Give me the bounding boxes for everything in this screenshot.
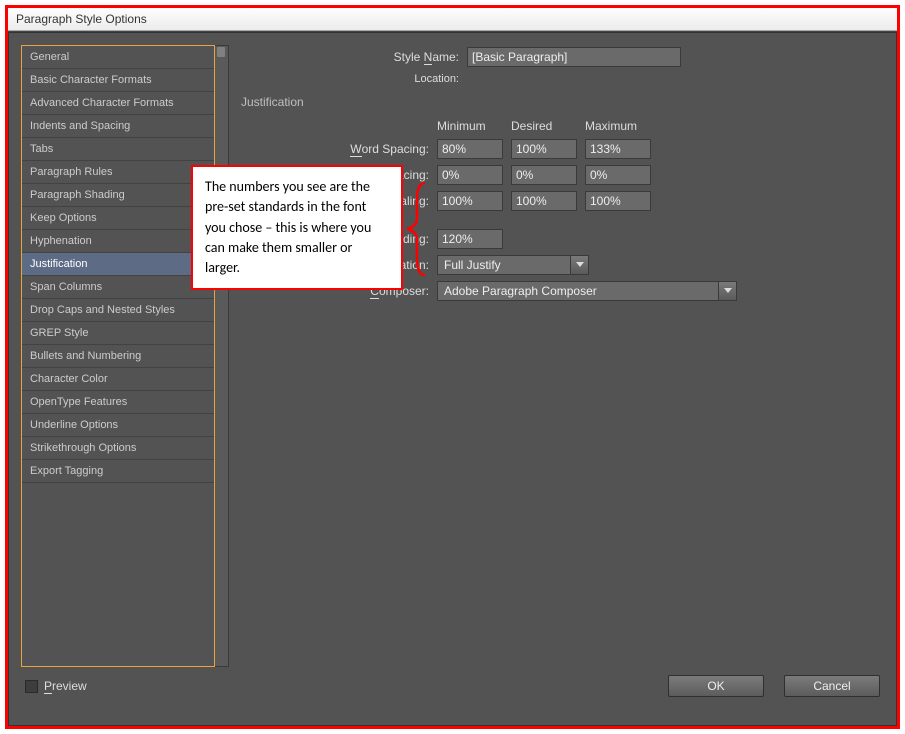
titlebar[interactable]: Paragraph Style Options — [8, 8, 897, 31]
sidebar-item-grep-style[interactable]: GREP Style — [22, 322, 214, 345]
sidebar-item-drop-caps[interactable]: Drop Caps and Nested Styles — [22, 299, 214, 322]
letter-spacing-desired[interactable] — [511, 165, 577, 185]
preview-label: PreviewPreview — [44, 679, 87, 693]
scroll-thumb[interactable] — [217, 47, 225, 57]
chevron-down-icon — [570, 256, 588, 274]
letter-spacing-min[interactable] — [437, 165, 503, 185]
word-spacing-desired[interactable] — [511, 139, 577, 159]
composer-value: Adobe Paragraph Composer — [438, 284, 718, 298]
sidebar-item-paragraph-shading[interactable]: Paragraph Shading — [22, 184, 214, 207]
sidebar-item-bullets-numbering[interactable]: Bullets and Numbering — [22, 345, 214, 368]
single-word-dropdown[interactable]: Full Justify — [437, 255, 589, 275]
chevron-down-icon — [718, 282, 736, 300]
word-spacing-max[interactable] — [585, 139, 651, 159]
glyph-scaling-desired[interactable] — [511, 191, 577, 211]
sidebar-scrollbar[interactable] — [215, 45, 229, 667]
sidebar-item-tabs[interactable]: Tabs — [22, 138, 214, 161]
sidebar-item-justification[interactable]: Justification — [22, 253, 214, 276]
col-min: Minimum — [437, 119, 503, 133]
category-sidebar: General Basic Character Formats Advanced… — [21, 45, 215, 667]
sidebar-item-paragraph-rules[interactable]: Paragraph Rules — [22, 161, 214, 184]
window-title: Paragraph Style Options — [16, 12, 147, 26]
footer: PreviewPreview OK Cancel — [21, 667, 884, 713]
style-name-label: Style Name: Style Name: — [241, 50, 467, 64]
annotation-callout: The numbers you see are the pre-set stan… — [191, 165, 403, 290]
sidebar-item-opentype-features[interactable]: OpenType Features — [22, 391, 214, 414]
content-panel: Style Name: Style Name: Location: Justif… — [241, 45, 884, 667]
sidebar-item-indents-and-spacing[interactable]: Indents and Spacing — [22, 115, 214, 138]
sidebar-item-keep-options[interactable]: Keep Options — [22, 207, 214, 230]
sidebar-item-advanced-character-formats[interactable]: Advanced Character Formats — [22, 92, 214, 115]
col-desired: Desired — [511, 119, 577, 133]
sidebar-item-strikethrough-options[interactable]: Strikethrough Options — [22, 437, 214, 460]
ok-button[interactable]: OK — [668, 675, 764, 697]
dialog-window: Paragraph Style Options General Basic Ch… — [5, 5, 900, 729]
glyph-scaling-max[interactable] — [585, 191, 651, 211]
single-word-value: Full Justify — [438, 258, 570, 272]
composer-dropdown[interactable]: Adobe Paragraph Composer — [437, 281, 737, 301]
sidebar-item-span-columns[interactable]: Span Columns — [22, 276, 214, 299]
row-word-spacing: Word Spacing:Word Spacing: — [281, 139, 884, 159]
section-title: Justification — [241, 95, 884, 109]
auto-leading-input[interactable] — [437, 229, 503, 249]
preview-checkbox[interactable] — [25, 680, 38, 693]
sidebar-item-general[interactable]: General — [22, 46, 214, 69]
dialog-body: General Basic Character Formats Advanced… — [8, 32, 897, 726]
letter-spacing-max[interactable] — [585, 165, 651, 185]
word-spacing-min[interactable] — [437, 139, 503, 159]
sidebar-item-underline-options[interactable]: Underline Options — [22, 414, 214, 437]
col-max: Maximum — [585, 119, 651, 133]
word-spacing-label: Word Spacing:Word Spacing: — [281, 142, 437, 156]
column-headers: Minimum Desired Maximum — [437, 119, 884, 133]
style-name-input[interactable] — [467, 47, 681, 67]
sidebar-item-basic-character-formats[interactable]: Basic Character Formats — [22, 69, 214, 92]
cancel-button[interactable]: Cancel — [784, 675, 880, 697]
glyph-scaling-min[interactable] — [437, 191, 503, 211]
sidebar-item-character-color[interactable]: Character Color — [22, 368, 214, 391]
brace-icon — [403, 181, 431, 277]
sidebar-item-export-tagging[interactable]: Export Tagging — [22, 460, 214, 483]
location-label: Location: — [241, 73, 467, 85]
sidebar-item-hyphenation[interactable]: Hyphenation — [22, 230, 214, 253]
